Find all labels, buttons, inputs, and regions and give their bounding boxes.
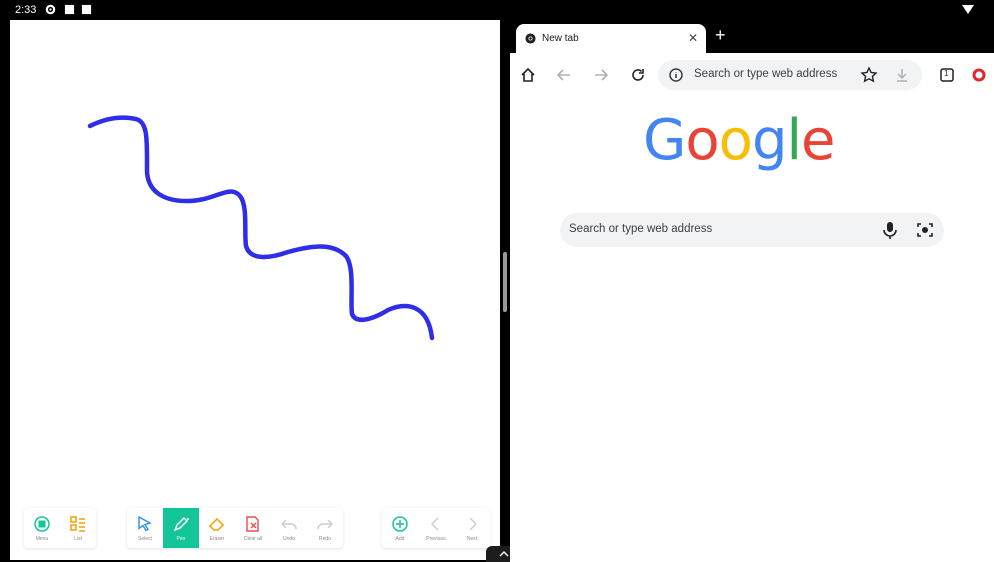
chevron-up-icon [499, 551, 509, 557]
tab-count: 1 [944, 69, 949, 78]
whiteboard-pane[interactable]: Menu List Select Pen Eraser Clear all Un… [10, 20, 500, 560]
tab-switcher-button[interactable]: 1 [938, 66, 956, 84]
next-label: Next [466, 535, 478, 542]
omnibox-placeholder[interactable]: Search or type web address [694, 68, 837, 80]
undo-button[interactable]: Undo [271, 508, 307, 548]
logo-letter: l [786, 108, 802, 173]
bookmark-star-icon[interactable] [860, 66, 878, 84]
browser-pane: New tab ✕ + Search or type web address 1 [510, 20, 994, 562]
redo-button[interactable]: Redo [307, 508, 343, 548]
omnibox[interactable]: Search or type web address [658, 60, 922, 90]
search-box[interactable]: Search or type web address [560, 213, 944, 247]
reload-icon [632, 69, 644, 81]
clear-all-icon [246, 515, 259, 532]
drawing-canvas[interactable] [10, 20, 500, 500]
chrome-favicon-icon [525, 33, 536, 44]
download-icon[interactable] [894, 67, 910, 83]
redo-label: Redo [319, 535, 331, 542]
list-icon [70, 515, 85, 532]
gear-icon [45, 4, 56, 15]
select-label: Select [138, 535, 152, 542]
home-icon [521, 67, 535, 82]
logo-letter: G [643, 108, 686, 173]
tab-title: New tab [542, 33, 579, 44]
select-button[interactable]: Select [127, 508, 163, 548]
new-tab-button[interactable]: + [715, 26, 726, 44]
next-button[interactable]: Next [454, 508, 490, 548]
pen-icon [173, 516, 189, 531]
undo-icon [280, 518, 297, 529]
toolbar-group-tools: Select Pen Eraser Clear all Undo Redo [127, 508, 343, 548]
add-label: Add [395, 535, 405, 542]
menu-label: Menu [35, 535, 49, 542]
eraser-label: Eraser [209, 535, 225, 542]
redo-icon [317, 518, 334, 529]
google-logo: Google [643, 108, 836, 173]
add-button[interactable]: Add [382, 508, 418, 548]
tab-close-icon[interactable]: ✕ [688, 31, 698, 45]
undo-label: Undo [283, 535, 295, 542]
pen-label: Pen [176, 535, 186, 542]
menu-button-overflow[interactable] [970, 66, 988, 84]
add-icon [392, 515, 408, 532]
previous-icon [430, 516, 439, 531]
toolbar-group-pages: Add Previous Next [382, 508, 490, 548]
pen-stroke [87, 115, 435, 341]
logo-letter: e [801, 108, 835, 173]
square-icon [64, 4, 75, 15]
logo-letter: o [718, 108, 753, 173]
eraser-button[interactable]: Eraser [199, 508, 235, 548]
square-icon [81, 4, 92, 15]
clear-all-button[interactable]: Clear all [235, 508, 271, 548]
red-circle-icon [972, 68, 986, 82]
status-bar: 2:33 [0, 0, 994, 20]
menu-button[interactable]: Menu [24, 508, 60, 548]
split-drag-handle[interactable] [503, 252, 507, 312]
lens-camera-icon[interactable] [916, 221, 934, 239]
wifi-icon [962, 5, 974, 14]
clear-all-label: Clear all [243, 535, 263, 542]
logo-letter: o [685, 108, 719, 173]
menu-icon [34, 515, 50, 532]
reload-button[interactable] [629, 66, 647, 84]
forward-button[interactable] [592, 66, 610, 84]
search-placeholder[interactable]: Search or type web address [569, 223, 712, 235]
previous-button[interactable]: Previous [418, 508, 454, 548]
list-button[interactable]: List [60, 508, 96, 548]
home-button[interactable] [519, 66, 537, 84]
logo-letter: g [751, 108, 788, 173]
select-icon [138, 515, 152, 531]
toolbar-group-menu: Menu List [24, 508, 96, 548]
previous-label: Previous [426, 535, 446, 542]
tab-new-tab[interactable]: New tab ✕ [516, 24, 706, 53]
pen-button[interactable]: Pen [163, 508, 199, 548]
status-time: 2:33 [15, 4, 37, 16]
forward-arrow-icon [595, 69, 609, 81]
next-icon [469, 516, 478, 531]
eraser-icon [208, 517, 225, 531]
back-button[interactable] [555, 66, 573, 84]
tab-strip: New tab ✕ + [510, 20, 994, 53]
browser-toolbar: Search or type web address 1 [510, 53, 994, 97]
info-icon[interactable] [668, 67, 684, 83]
microphone-icon[interactable] [882, 221, 898, 239]
back-arrow-icon [556, 69, 570, 81]
list-label: List [74, 535, 82, 542]
